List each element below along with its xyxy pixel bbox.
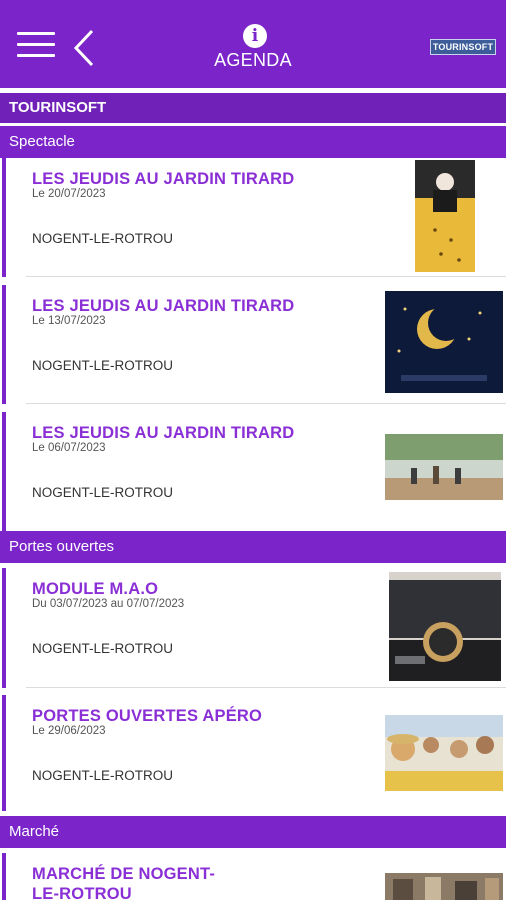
event-item[interactable]: MODULE M.A.O Du 03/07/2023 au 07/07/2023… (0, 568, 506, 688)
accent-bar (2, 853, 6, 900)
item-divider (26, 687, 506, 688)
app-header: i AGENDA TOURINSOFT (0, 0, 506, 88)
event-city: NOGENT-LE-ROTROU (32, 231, 174, 246)
event-thumbnail (389, 572, 501, 681)
tourinsoft-logo: TOURINSOFT (430, 39, 496, 55)
event-thumbnail (385, 291, 503, 393)
event-title: LES JEUDIS AU JARDIN TIRARD (32, 297, 295, 315)
event-item[interactable]: MARCHÉ DE NOGENT-LE-ROTROU (0, 853, 506, 900)
accent-bar (2, 568, 6, 688)
back-arrow-icon[interactable] (70, 28, 100, 68)
menu-icon[interactable] (17, 32, 55, 64)
event-date: Du 03/07/2023 au 07/07/2023 (32, 598, 185, 610)
source-header: TOURINSOFT (0, 93, 506, 123)
accent-bar (2, 412, 6, 531)
event-title: LES JEUDIS AU JARDIN TIRARD (32, 170, 295, 188)
event-thumbnail (385, 873, 503, 900)
category-header-portes-ouvertes: Portes ouvertes (0, 531, 506, 563)
event-city: NOGENT-LE-ROTROU (32, 358, 174, 373)
event-item[interactable]: LES JEUDIS AU JARDIN TIRARD Le 13/07/202… (0, 285, 506, 404)
event-date: Le 06/07/2023 (32, 442, 106, 454)
event-item[interactable]: LES JEUDIS AU JARDIN TIRARD Le 06/07/202… (0, 412, 506, 531)
event-city: NOGENT-LE-ROTROU (32, 485, 174, 500)
event-date: Le 13/07/2023 (32, 315, 106, 327)
category-header-spectacle: Spectacle (0, 126, 506, 158)
event-date: Le 20/07/2023 (32, 188, 106, 200)
category-header-marche: Marché (0, 816, 506, 848)
event-title: PORTES OUVERTES APÉRO (32, 707, 263, 725)
item-divider (26, 276, 506, 277)
event-thumbnail (415, 160, 475, 272)
event-thumbnail (385, 434, 503, 500)
event-thumbnail (385, 715, 503, 791)
event-item[interactable]: PORTES OUVERTES APÉRO Le 29/06/2023 NOGE… (0, 695, 506, 811)
accent-bar (2, 695, 6, 811)
event-title: MARCHÉ DE NOGENT-LE-ROTROU (32, 865, 216, 900)
page-title: AGENDA (214, 50, 292, 70)
event-title: MODULE M.A.O (32, 580, 159, 598)
event-date: Le 29/06/2023 (32, 725, 106, 737)
event-city: NOGENT-LE-ROTROU (32, 768, 174, 783)
accent-bar (2, 158, 6, 277)
item-divider (26, 403, 506, 404)
event-title: LES JEUDIS AU JARDIN TIRARD (32, 424, 295, 442)
event-item[interactable]: LES JEUDIS AU JARDIN TIRARD Le 20/07/202… (0, 158, 506, 277)
event-city: NOGENT-LE-ROTROU (32, 641, 174, 656)
accent-bar (2, 285, 6, 404)
info-icon[interactable]: i (243, 24, 267, 48)
